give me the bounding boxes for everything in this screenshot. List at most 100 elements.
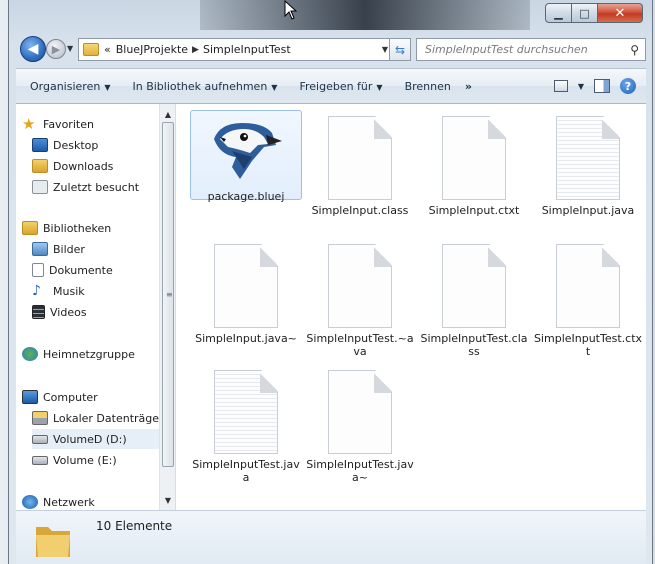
file-item[interactable]: SimpleInputTest.ctxt: [532, 244, 644, 358]
file-item[interactable]: SimpleInput.java~: [190, 244, 302, 345]
network-icon: [22, 495, 38, 509]
pictures-icon: [32, 242, 48, 256]
forward-button[interactable]: ▶: [46, 39, 66, 59]
nav-homegroup[interactable]: Heimnetzgruppe: [22, 344, 135, 364]
file-item[interactable]: SimpleInputTest.java~: [304, 370, 416, 484]
folder-icon: [83, 43, 99, 56]
file-item[interactable]: SimpleInputTest.~ava: [304, 244, 416, 358]
minimize-button[interactable]: ▁: [545, 3, 572, 23]
maximize-button[interactable]: □: [572, 3, 598, 23]
address-bar[interactable]: « BlueJProjekte ▶ SimpleInputTest ▼ ⇆: [78, 38, 411, 61]
nav-local-disk[interactable]: Lokaler Datenträger: [32, 408, 164, 428]
title-bar-glass: [200, 0, 530, 30]
libraries-icon: [22, 221, 38, 235]
chevron-down-icon: ▼: [104, 82, 111, 92]
burn-button[interactable]: Brennen: [405, 80, 451, 93]
videos-icon: [32, 305, 45, 319]
close-button[interactable]: ✕: [598, 3, 643, 23]
scroll-down-icon[interactable]: ▼: [160, 492, 175, 508]
breadcrumb-overflow[interactable]: «: [104, 43, 111, 56]
address-dropdown-button[interactable]: ▼: [382, 45, 388, 54]
nav-favorites[interactable]: ★ Favoriten: [22, 114, 94, 134]
refresh-icon: ⇆: [394, 42, 406, 57]
search-input[interactable]: [423, 42, 613, 57]
nav-music[interactable]: ♪ Musik: [32, 281, 85, 301]
preview-pane-icon[interactable]: [594, 79, 610, 93]
star-icon: ★: [22, 115, 36, 133]
nav-desktop[interactable]: Desktop: [32, 135, 98, 155]
nav-computer[interactable]: Computer: [22, 387, 98, 407]
file-item[interactable]: SimpleInput.ctxt: [418, 116, 530, 217]
downloads-folder-icon: [32, 159, 48, 173]
item-count: 10 Elemente: [96, 519, 173, 533]
nav-pictures[interactable]: Bilder: [32, 239, 85, 259]
chevron-down-icon: ▼: [376, 82, 383, 92]
file-name: SimpleInputTest.java~: [306, 458, 414, 484]
nav-downloads[interactable]: Downloads: [32, 156, 113, 176]
drive-icon: [32, 455, 48, 465]
file-name: SimpleInput.java: [541, 204, 635, 217]
blank-file-icon: [556, 244, 620, 328]
folder-icon: [36, 527, 70, 557]
blank-file-icon: [442, 116, 506, 200]
nav-videos[interactable]: Videos: [32, 302, 87, 322]
recent-pages-dropdown[interactable]: ▼: [67, 44, 73, 53]
nav-recent-places[interactable]: Zuletzt besucht: [32, 177, 139, 197]
blank-file-icon: [442, 244, 506, 328]
navigation-scrollbar[interactable]: ▲ ≡ ▼: [159, 104, 175, 510]
file-item[interactable]: SimpleInputTest.class: [418, 244, 530, 358]
breadcrumb-simpleinputtest[interactable]: SimpleInputTest: [203, 43, 291, 56]
share-with-button[interactable]: Freigeben für ▼: [299, 80, 382, 93]
file-item[interactable]: package.bluej: [190, 110, 302, 203]
nav-volume-e[interactable]: Volume (E:): [32, 450, 117, 470]
refresh-button[interactable]: ⇆: [389, 38, 411, 61]
caption-buttons: ▁ □ ✕: [545, 3, 643, 23]
file-item[interactable]: SimpleInputTest.java: [190, 370, 302, 484]
computer-icon: [22, 390, 38, 404]
text-file-icon: [556, 116, 620, 200]
nav-documents[interactable]: Dokumente: [32, 260, 113, 280]
toolbar-right-group: ▼ ?: [553, 78, 636, 94]
file-name: package.bluej: [207, 190, 285, 203]
blank-file-icon: [214, 244, 278, 328]
arrow-left-icon: ◀: [27, 41, 39, 57]
file-name: SimpleInputTest.class: [420, 332, 528, 358]
file-name: SimpleInputTest.~ava: [306, 332, 414, 358]
text-file-icon: [214, 370, 278, 454]
blank-file-icon: [328, 116, 392, 200]
mouse-cursor-icon: [284, 0, 298, 20]
file-name: SimpleInput.class: [311, 204, 409, 217]
nav-network[interactable]: Netzwerk: [22, 492, 95, 510]
more-commands-button[interactable]: »: [465, 80, 472, 93]
scroll-up-icon[interactable]: ▲: [160, 106, 175, 122]
blank-file-icon: [328, 244, 392, 328]
local-disk-icon: [32, 411, 48, 425]
view-options-dropdown[interactable]: ▼: [578, 82, 584, 91]
change-view-icon[interactable]: [553, 80, 568, 92]
back-button[interactable]: ◀: [20, 36, 46, 62]
nav-libraries[interactable]: Bibliotheken: [22, 218, 111, 238]
chevron-down-icon: ▼: [271, 82, 278, 92]
search-icon[interactable]: ⚲: [630, 43, 639, 57]
file-item[interactable]: SimpleInput.class: [304, 116, 416, 217]
search-box[interactable]: ⚲: [416, 38, 646, 61]
nav-volume-d[interactable]: VolumeD (D:): [32, 429, 159, 449]
breadcrumb-separator-icon[interactable]: ▶: [192, 45, 199, 55]
help-icon[interactable]: ?: [620, 78, 636, 94]
file-item[interactable]: SimpleInput.java: [532, 116, 644, 217]
file-name: SimpleInput.java~: [195, 332, 297, 345]
recent-places-icon: [32, 180, 48, 194]
blank-file-icon: [328, 370, 392, 454]
command-bar: Organisieren ▼ In Bibliothek aufnehmen ▼ F…: [16, 68, 646, 104]
documents-icon: [32, 263, 44, 277]
file-name: SimpleInputTest.ctxt: [533, 332, 643, 358]
organize-menu-button[interactable]: Organisieren ▼: [30, 80, 110, 93]
bluej-bird-icon: [214, 123, 282, 179]
music-note-icon: ♪: [32, 283, 41, 299]
breadcrumb-bluejprojekte[interactable]: BlueJProjekte: [116, 43, 188, 56]
arrow-right-icon: ▶: [51, 42, 61, 56]
grip-icon: ≡: [166, 290, 173, 299]
include-in-library-button[interactable]: In Bibliothek aufnehmen ▼: [132, 80, 277, 93]
homegroup-icon: [22, 347, 38, 361]
scrollbar-thumb[interactable]: ≡: [162, 122, 174, 467]
